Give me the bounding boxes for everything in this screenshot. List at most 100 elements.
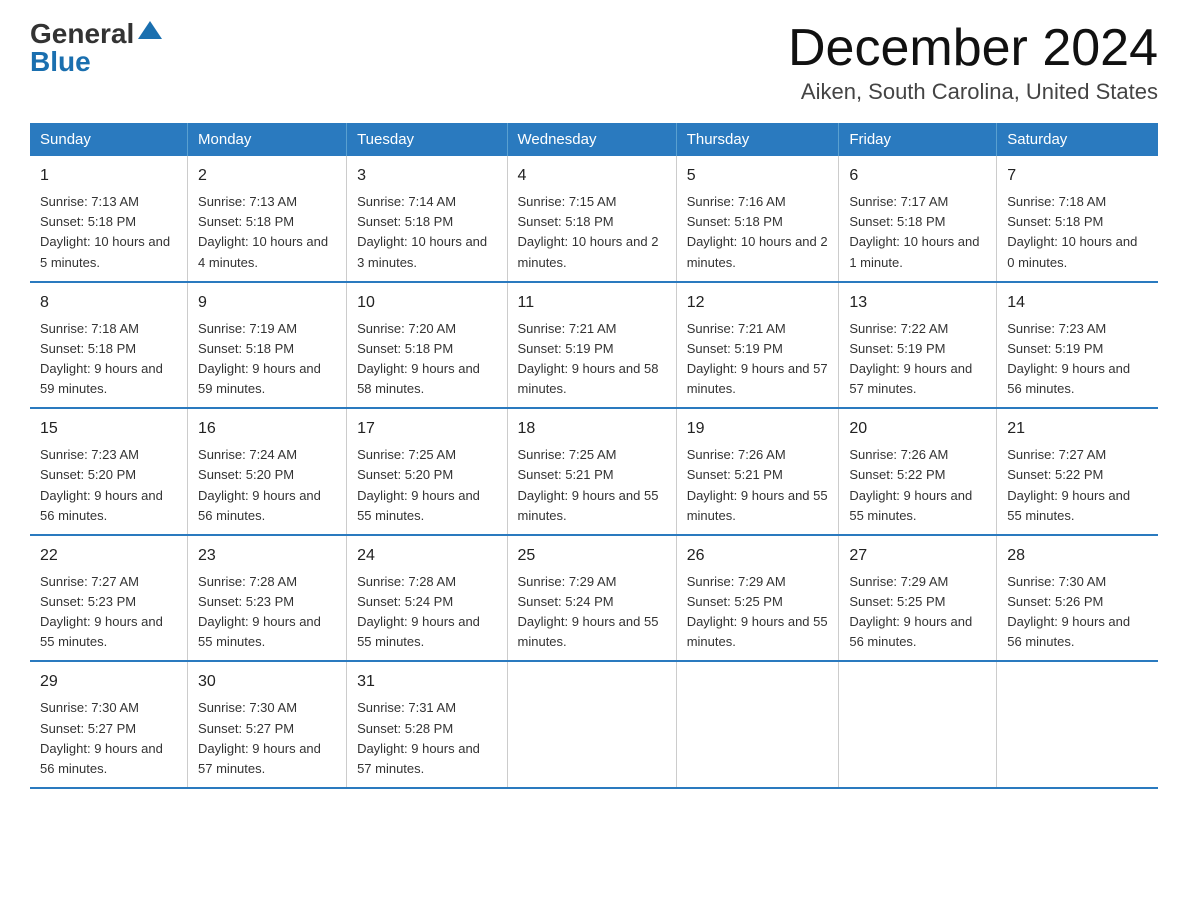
calendar-cell: 4 Sunrise: 7:15 AMSunset: 5:18 PMDaylight… bbox=[507, 156, 676, 282]
day-number: 22 bbox=[40, 544, 177, 568]
calendar-cell: 23 Sunrise: 7:28 AMSunset: 5:23 PMDayligh… bbox=[188, 535, 347, 662]
week-row-2: 8 Sunrise: 7:18 AMSunset: 5:18 PMDaylight… bbox=[30, 282, 1158, 409]
day-info: Sunrise: 7:23 AMSunset: 5:19 PMDaylight:… bbox=[1007, 319, 1148, 400]
day-number: 11 bbox=[518, 291, 666, 315]
header-monday: Monday bbox=[188, 123, 347, 156]
week-row-3: 15Sunrise: 7:23 AMSunset: 5:20 PMDayligh… bbox=[30, 408, 1158, 535]
day-number: 8 bbox=[40, 291, 177, 315]
day-info: Sunrise: 7:29 AMSunset: 5:25 PMDaylight:… bbox=[849, 572, 986, 653]
day-info: Sunrise: 7:28 AMSunset: 5:23 PMDaylight:… bbox=[198, 572, 336, 653]
calendar-cell bbox=[839, 661, 997, 788]
calendar-cell: 5 Sunrise: 7:16 AMSunset: 5:18 PMDaylight… bbox=[676, 156, 839, 282]
day-info: Sunrise: 7:14 AMSunset: 5:18 PMDaylight:… bbox=[357, 192, 496, 273]
day-info: Sunrise: 7:25 AMSunset: 5:20 PMDaylight:… bbox=[357, 445, 496, 526]
calendar-cell: 2 Sunrise: 7:13 AMSunset: 5:18 PMDaylight… bbox=[188, 156, 347, 282]
day-info: Sunrise: 7:22 AMSunset: 5:19 PMDaylight:… bbox=[849, 319, 986, 400]
calendar-cell: 24 Sunrise: 7:28 AMSunset: 5:24 PMDayligh… bbox=[347, 535, 507, 662]
calendar-cell: 16 Sunrise: 7:24 AMSunset: 5:20 PMDayligh… bbox=[188, 408, 347, 535]
calendar-cell: 3 Sunrise: 7:14 AMSunset: 5:18 PMDaylight… bbox=[347, 156, 507, 282]
day-info: Sunrise: 7:29 AMSunset: 5:24 PMDaylight:… bbox=[518, 572, 666, 653]
day-info: Sunrise: 7:19 AMSunset: 5:18 PMDaylight:… bbox=[198, 319, 336, 400]
day-number: 9 bbox=[198, 291, 336, 315]
day-info: Sunrise: 7:20 AMSunset: 5:18 PMDaylight:… bbox=[357, 319, 496, 400]
calendar-cell: 12 Sunrise: 7:21 AMSunset: 5:19 PMDayligh… bbox=[676, 282, 839, 409]
day-info: Sunrise: 7:15 AMSunset: 5:18 PMDaylight:… bbox=[518, 192, 666, 273]
day-info: Sunrise: 7:27 AMSunset: 5:22 PMDaylight:… bbox=[1007, 445, 1148, 526]
logo-triangle-icon bbox=[138, 21, 162, 39]
header-tuesday: Tuesday bbox=[347, 123, 507, 156]
day-info: Sunrise: 7:28 AMSunset: 5:24 PMDaylight:… bbox=[357, 572, 496, 653]
day-number: 5 bbox=[687, 164, 829, 188]
page-header: General Blue December 2024 Aiken, South … bbox=[30, 20, 1158, 105]
day-number: 21 bbox=[1007, 417, 1148, 441]
day-info: Sunrise: 7:13 AMSunset: 5:18 PMDaylight:… bbox=[40, 192, 177, 273]
day-number: 29 bbox=[40, 670, 177, 694]
calendar-cell: 28Sunrise: 7:30 AMSunset: 5:26 PMDayligh… bbox=[997, 535, 1158, 662]
header-friday: Friday bbox=[839, 123, 997, 156]
calendar-cell bbox=[676, 661, 839, 788]
day-info: Sunrise: 7:29 AMSunset: 5:25 PMDaylight:… bbox=[687, 572, 829, 653]
calendar-table: SundayMondayTuesdayWednesdayThursdayFrid… bbox=[30, 123, 1158, 789]
calendar-cell: 8 Sunrise: 7:18 AMSunset: 5:18 PMDaylight… bbox=[30, 282, 188, 409]
day-info: Sunrise: 7:16 AMSunset: 5:18 PMDaylight:… bbox=[687, 192, 829, 273]
logo-general: General bbox=[30, 20, 134, 48]
day-number: 24 bbox=[357, 544, 496, 568]
week-row-1: 1 Sunrise: 7:13 AMSunset: 5:18 PMDaylight… bbox=[30, 156, 1158, 282]
calendar-cell: 7 Sunrise: 7:18 AMSunset: 5:18 PMDaylight… bbox=[997, 156, 1158, 282]
day-info: Sunrise: 7:30 AMSunset: 5:27 PMDaylight:… bbox=[198, 698, 336, 779]
day-info: Sunrise: 7:26 AMSunset: 5:22 PMDaylight:… bbox=[849, 445, 986, 526]
day-number: 12 bbox=[687, 291, 829, 315]
day-info: Sunrise: 7:31 AMSunset: 5:28 PMDaylight:… bbox=[357, 698, 496, 779]
day-number: 3 bbox=[357, 164, 496, 188]
header-saturday: Saturday bbox=[997, 123, 1158, 156]
header-wednesday: Wednesday bbox=[507, 123, 676, 156]
day-number: 31 bbox=[357, 670, 496, 694]
day-info: Sunrise: 7:27 AMSunset: 5:23 PMDaylight:… bbox=[40, 572, 177, 653]
calendar-cell: 6Sunrise: 7:17 AMSunset: 5:18 PMDaylight… bbox=[839, 156, 997, 282]
day-info: Sunrise: 7:24 AMSunset: 5:20 PMDaylight:… bbox=[198, 445, 336, 526]
day-info: Sunrise: 7:18 AMSunset: 5:18 PMDaylight:… bbox=[40, 319, 177, 400]
calendar-cell: 21 Sunrise: 7:27 AMSunset: 5:22 PMDayligh… bbox=[997, 408, 1158, 535]
day-number: 16 bbox=[198, 417, 336, 441]
day-info: Sunrise: 7:13 AMSunset: 5:18 PMDaylight:… bbox=[198, 192, 336, 273]
day-info: Sunrise: 7:21 AMSunset: 5:19 PMDaylight:… bbox=[687, 319, 829, 400]
calendar-cell: 20Sunrise: 7:26 AMSunset: 5:22 PMDayligh… bbox=[839, 408, 997, 535]
day-number: 19 bbox=[687, 417, 829, 441]
calendar-cell bbox=[997, 661, 1158, 788]
week-row-4: 22 Sunrise: 7:27 AMSunset: 5:23 PMDayligh… bbox=[30, 535, 1158, 662]
day-info: Sunrise: 7:18 AMSunset: 5:18 PMDaylight:… bbox=[1007, 192, 1148, 273]
calendar-cell: 9 Sunrise: 7:19 AMSunset: 5:18 PMDaylight… bbox=[188, 282, 347, 409]
day-info: Sunrise: 7:21 AMSunset: 5:19 PMDaylight:… bbox=[518, 319, 666, 400]
calendar-cell: 26Sunrise: 7:29 AMSunset: 5:25 PMDayligh… bbox=[676, 535, 839, 662]
calendar-cell: 17Sunrise: 7:25 AMSunset: 5:20 PMDayligh… bbox=[347, 408, 507, 535]
day-number: 23 bbox=[198, 544, 336, 568]
day-number: 2 bbox=[198, 164, 336, 188]
calendar-cell: 18 Sunrise: 7:25 AMSunset: 5:21 PMDayligh… bbox=[507, 408, 676, 535]
page-subtitle: Aiken, South Carolina, United States bbox=[788, 79, 1158, 105]
calendar-cell: 1 Sunrise: 7:13 AMSunset: 5:18 PMDaylight… bbox=[30, 156, 188, 282]
logo: General Blue bbox=[30, 20, 162, 76]
day-number: 1 bbox=[40, 164, 177, 188]
day-number: 28 bbox=[1007, 544, 1148, 568]
day-info: Sunrise: 7:25 AMSunset: 5:21 PMDaylight:… bbox=[518, 445, 666, 526]
header-thursday: Thursday bbox=[676, 123, 839, 156]
day-number: 10 bbox=[357, 291, 496, 315]
day-number: 30 bbox=[198, 670, 336, 694]
day-number: 4 bbox=[518, 164, 666, 188]
logo-blue: Blue bbox=[30, 48, 91, 76]
day-number: 25 bbox=[518, 544, 666, 568]
day-number: 6 bbox=[849, 164, 986, 188]
week-row-5: 29 Sunrise: 7:30 AMSunset: 5:27 PMDayligh… bbox=[30, 661, 1158, 788]
page-title: December 2024 bbox=[788, 20, 1158, 77]
day-number: 18 bbox=[518, 417, 666, 441]
calendar-cell bbox=[507, 661, 676, 788]
calendar-header-row: SundayMondayTuesdayWednesdayThursdayFrid… bbox=[30, 123, 1158, 156]
header-sunday: Sunday bbox=[30, 123, 188, 156]
calendar-cell: 11 Sunrise: 7:21 AMSunset: 5:19 PMDayligh… bbox=[507, 282, 676, 409]
day-number: 13 bbox=[849, 291, 986, 315]
calendar-cell: 10 Sunrise: 7:20 AMSunset: 5:18 PMDayligh… bbox=[347, 282, 507, 409]
day-info: Sunrise: 7:26 AMSunset: 5:21 PMDaylight:… bbox=[687, 445, 829, 526]
calendar-cell: 31 Sunrise: 7:31 AMSunset: 5:28 PMDayligh… bbox=[347, 661, 507, 788]
day-number: 15 bbox=[40, 417, 177, 441]
day-number: 7 bbox=[1007, 164, 1148, 188]
